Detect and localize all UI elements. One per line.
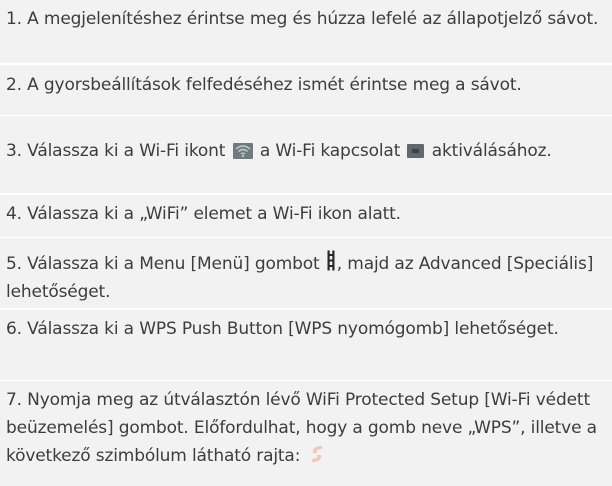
step-1: 1. A megjelenítéshez érintse meg és húzz… <box>0 0 612 63</box>
wifi-icon <box>232 143 253 159</box>
step-1-text: 1. A megjelenítéshez érintse meg és húzz… <box>6 9 599 29</box>
step-7-text: 7. Nyomja meg az útválasztón lévő WiFi P… <box>6 390 597 466</box>
step-3: 3. Válassza ki a Wi-Fi ikont a Wi-Fi kap… <box>0 116 612 193</box>
step-2: 2. A gyorsbeállítások felfedéséhez ismét… <box>0 65 612 115</box>
step-6: 6. Válassza ki a WPS Push Button [WPS ny… <box>0 310 612 380</box>
step-7: 7. Nyomja meg az útválasztón lévő WiFi P… <box>0 381 612 486</box>
step-3-text-middle: a Wi-Fi kapcsolat <box>254 141 406 161</box>
wps-symbol-icon <box>308 444 326 464</box>
step-3-text-start: 3. Válassza ki a Wi-Fi ikont <box>6 141 231 161</box>
step-5: 5. Válassza ki a Menu [Menü] gombot , ma… <box>0 238 612 308</box>
instruction-steps: 1. A megjelenítéshez érintse meg és húzz… <box>0 0 612 484</box>
step-3-text-end: aktiválásához. <box>426 141 552 161</box>
step-5-text-start: 5. Válassza ki a Menu [Menü] gombot <box>6 254 325 274</box>
menu-button-icon <box>327 250 335 271</box>
wifi-connection-toggle-icon <box>407 144 425 158</box>
step-6-text: 6. Válassza ki a WPS Push Button [WPS ny… <box>6 318 559 339</box>
step-2-text: 2. A gyorsbeállítások felfedéséhez ismét… <box>6 74 522 95</box>
step-4: 4. Válassza ki a „WiFi” elemet a Wi-Fi i… <box>0 195 612 237</box>
step-4-text: 4. Válassza ki a „WiFi” elemet a Wi-Fi i… <box>6 203 401 224</box>
